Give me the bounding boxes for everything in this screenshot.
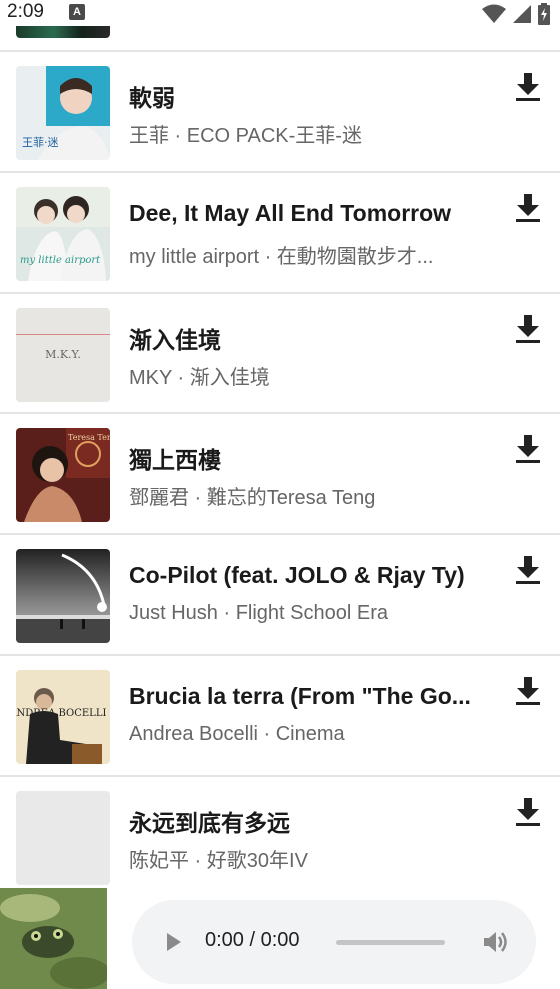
- track-row[interactable]: Teresa Teng 獨上西樓 鄧麗君 · 難忘的Teresa Teng: [0, 414, 560, 533]
- partial-album-art: [16, 26, 110, 38]
- album-art-placeholder: [16, 791, 110, 885]
- download-icon[interactable]: [512, 312, 544, 346]
- mini-player: 0:00 / 0:00: [0, 886, 560, 989]
- track-subtitle: Andrea Bocelli · Cinema: [129, 723, 345, 745]
- track-row[interactable]: Co-Pilot (feat. JOLO & Rjay Ty) Just Hus…: [0, 535, 560, 654]
- album-art-text: 王菲·迷: [22, 136, 59, 149]
- status-bar: 2:09 A: [0, 0, 560, 26]
- album-art-text: Teresa Teng: [68, 433, 110, 442]
- album-art-text: ANDREA BOCELLI CINEMA: [16, 708, 110, 719]
- track-title: 渐入佳境: [129, 327, 221, 353]
- track-title: Co-Pilot (feat. JOLO & Rjay Ty): [129, 562, 465, 588]
- album-art: ANDREA BOCELLI CINEMA: [16, 670, 110, 764]
- album-art: 王菲·迷: [16, 66, 110, 160]
- track-subtitle: 陈妃平 · 好歌30年IV: [129, 850, 308, 872]
- track-title: 軟弱: [129, 85, 175, 111]
- track-title: 獨上西樓: [129, 447, 221, 473]
- track-row[interactable]: M.K.Y. 渐入佳境 MKY · 渐入佳境: [0, 294, 560, 413]
- notification-a-icon: A: [69, 4, 85, 20]
- download-icon[interactable]: [512, 553, 544, 587]
- track-title: Brucia la terra (From "The Go...: [129, 683, 471, 709]
- track-title: Dee, It May All End Tomorrow: [129, 200, 452, 226]
- track-title: 永远到底有多远: [129, 810, 290, 836]
- album-art-text: my little airport: [20, 255, 101, 266]
- album-art: M.K.Y.: [16, 308, 110, 402]
- track-subtitle: my little airport · 在動物園散步才...: [129, 246, 434, 268]
- download-icon[interactable]: [512, 432, 544, 466]
- now-playing-art[interactable]: [0, 888, 107, 989]
- album-art: [16, 549, 110, 643]
- time-display: 0:00 / 0:00: [205, 929, 300, 951]
- cell-signal-icon: [513, 5, 531, 23]
- progress-bar[interactable]: [336, 940, 445, 945]
- track-subtitle: 鄧麗君 · 難忘的Teresa Teng: [129, 487, 376, 509]
- album-art-text: M.K.Y.: [45, 348, 81, 361]
- wifi-icon: [482, 4, 506, 23]
- volume-icon[interactable]: [481, 928, 509, 956]
- download-icon[interactable]: [512, 795, 544, 829]
- download-icon[interactable]: [512, 674, 544, 708]
- track-row[interactable]: ANDREA BOCELLI CINEMA Brucia la terra (F…: [0, 656, 560, 775]
- play-icon[interactable]: [163, 931, 185, 953]
- track-row[interactable]: 王菲·迷 軟弱 王菲 · ECO PACK-王菲-迷: [0, 52, 560, 171]
- status-icons: [482, 3, 550, 25]
- download-icon[interactable]: [512, 70, 544, 104]
- status-time: 2:09: [7, 1, 44, 22]
- track-subtitle: Just Hush · Flight School Era: [129, 602, 388, 624]
- album-art: my little airport: [16, 187, 110, 281]
- track-subtitle: MKY · 渐入佳境: [129, 367, 270, 389]
- download-icon[interactable]: [512, 191, 544, 225]
- track-subtitle: 王菲 · ECO PACK-王菲-迷: [129, 125, 362, 147]
- track-row[interactable]: my little airport Dee, It May All End To…: [0, 173, 560, 292]
- audio-controls: 0:00 / 0:00: [132, 900, 536, 984]
- album-art: Teresa Teng: [16, 428, 110, 522]
- track-row[interactable]: 永远到底有多远 陈妃平 · 好歌30年IV: [0, 777, 560, 896]
- battery-icon: [538, 3, 550, 25]
